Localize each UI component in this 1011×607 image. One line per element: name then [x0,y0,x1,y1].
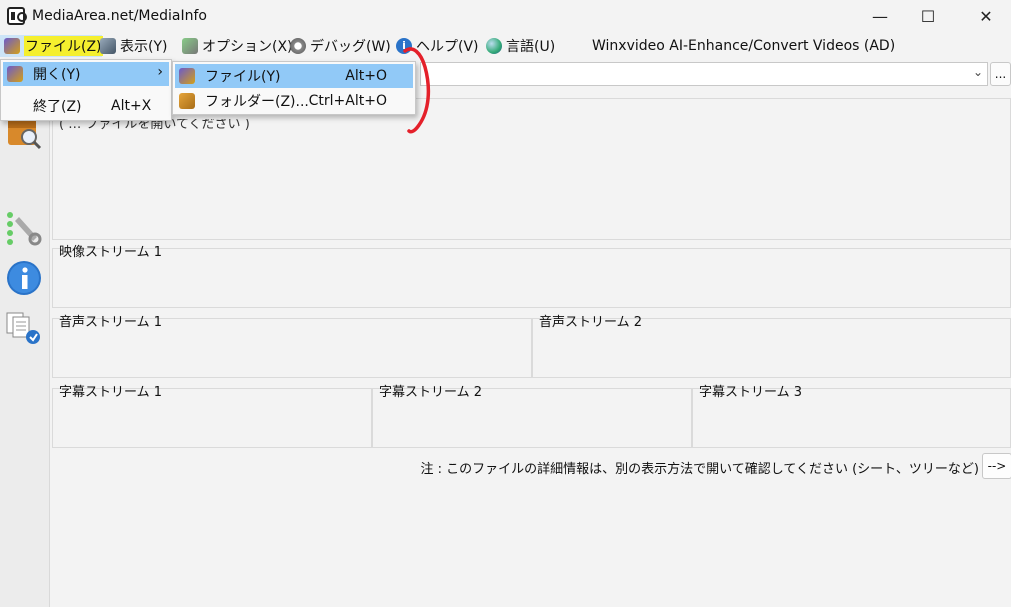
left-toolbar [0,59,50,607]
red-annotation-stroke [403,47,431,134]
view-icon [100,38,116,54]
maximize-button[interactable]: ☐ [904,0,952,32]
audio-stream-panel: 音声ストリーム 2 [532,315,1011,378]
open-folder-icon [179,93,195,109]
app-logo-icon [7,7,27,25]
debug-icon [290,38,306,54]
subtitle-stream-panel: 字幕ストリーム 2 [372,385,692,448]
video-stream-panel: 映像ストリーム 1 [52,245,1011,308]
subtitle-stream-panel: 字幕ストリーム 3 [692,385,1011,448]
window-title: MediaArea.net/MediaInfo [32,8,207,24]
video-stream-title: 映像ストリーム 1 [59,245,163,260]
general-info-panel: ( … ファイルを開いてください ) [52,98,1011,240]
open-icon [7,66,23,82]
menu-file[interactable]: ファイル(Z) [0,35,103,57]
open-file-icon [179,68,195,84]
menu-debug[interactable]: デバッグ(W) [286,35,395,57]
submenu-arrow-icon: › [157,64,163,80]
subtitle-stream-title: 字幕ストリーム 2 [379,385,483,400]
submenu-item-file[interactable]: ファイル(Y) Alt+O [175,64,413,88]
globe-icon [486,38,502,54]
browse-button[interactable]: ... [990,62,1011,86]
audio-stream-title: 音声ストリーム 2 [539,315,643,330]
menu-bar: ファイル(Z) 表示(Y) オプション(X) デバッグ(W) i ヘルプ(V) … [0,33,1011,59]
menu-winxvideo[interactable]: Winxvideo AI-Enhance/Convert Videos (AD) [588,35,899,57]
footer-note: 注 : このファイルの詳細情報は、別の表示方法で開いて確認してください (シート… [420,462,980,477]
open-submenu: ファイル(Y) Alt+O フォルダー(Z)... Ctrl+Alt+O [172,61,416,115]
export-tool-icon[interactable] [5,309,43,347]
audio-stream-title: 音声ストリーム 1 [59,315,163,330]
subtitle-stream-title: 字幕ストリーム 3 [699,385,803,400]
info-tool-icon[interactable] [5,259,43,297]
menu-item-exit[interactable]: 終了(Z) Alt+X [3,94,169,118]
file-selector-combo[interactable]: ⌄ [420,62,988,86]
file-dropdown-menu: 開く(Y) › 終了(Z) Alt+X [0,59,172,121]
next-view-button[interactable]: --> [982,453,1011,479]
menu-language[interactable]: 言語(U) [482,35,559,57]
audio-stream-panel: 音声ストリーム 1 [52,315,532,378]
settings-tool-icon[interactable] [5,209,43,247]
menu-options[interactable]: オプション(X) [178,35,297,57]
file-open-icon [4,38,20,54]
subtitle-stream-title: 字幕ストリーム 1 [59,385,163,400]
subtitle-stream-panel: 字幕ストリーム 1 [52,385,372,448]
chevron-down-icon[interactable]: ⌄ [973,65,983,79]
submenu-item-folder[interactable]: フォルダー(Z)... Ctrl+Alt+O [175,89,413,113]
menu-item-open[interactable]: 開く(Y) › [3,62,169,86]
minimize-button[interactable]: — [856,0,904,32]
menu-view[interactable]: 表示(Y) [96,35,171,57]
options-icon [182,38,198,54]
close-button[interactable]: ✕ [962,0,1010,32]
title-bar: MediaArea.net/MediaInfo — ☐ ✕ [0,0,1011,33]
